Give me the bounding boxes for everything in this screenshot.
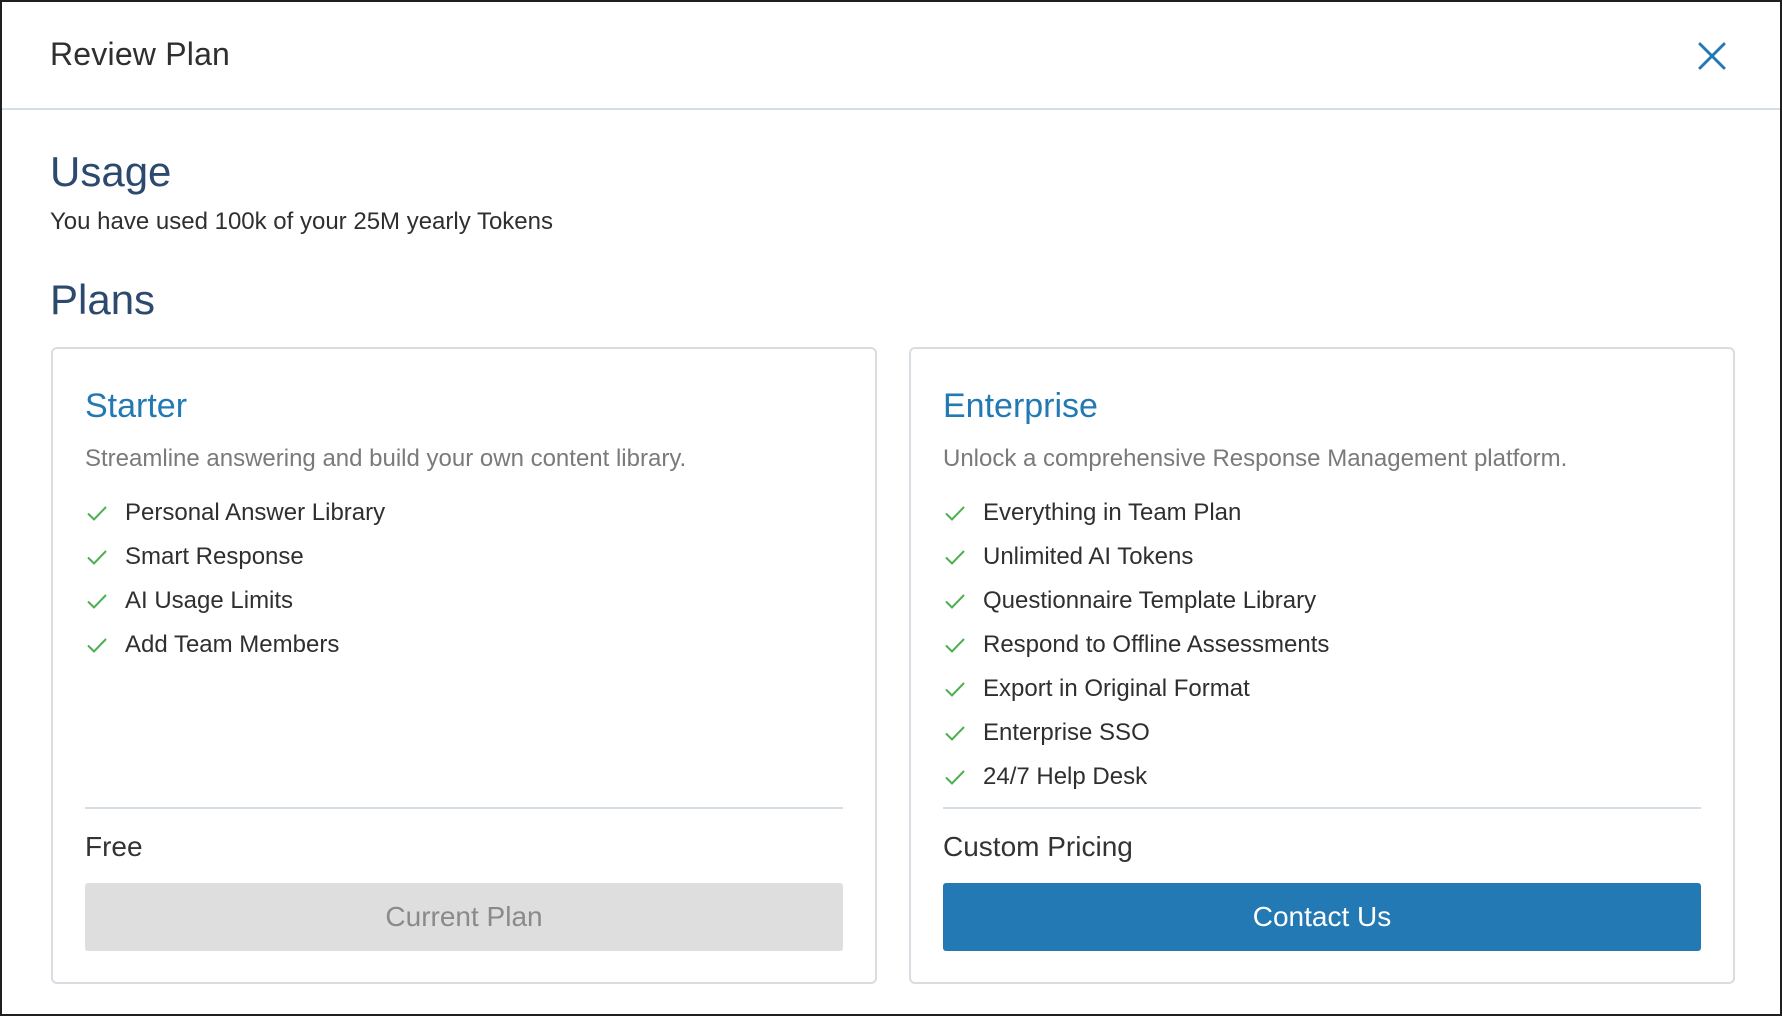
plan-card-starter: Starter Streamline answering and build y… [51,347,877,984]
feature-item: Everything in Team Plan [943,491,1329,535]
feature-label: Questionnaire Template Library [983,587,1317,614]
plans-heading: Plans [50,276,156,323]
feature-item: Respond to Offline Assessments [943,623,1329,667]
check-icon [87,550,107,565]
feature-item: Export in Original Format [943,667,1329,711]
check-icon [945,770,965,785]
feature-label: Personal Answer Library [125,499,386,526]
check-icon [945,550,965,565]
feature-label: AI Usage Limits [125,587,294,614]
check-icon [87,506,107,521]
feature-list: Everything in Team Plan Unlimited AI Tok… [943,491,1329,799]
feature-label: Add Team Members [125,631,340,658]
feature-item: Personal Answer Library [85,491,385,535]
feature-label: 24/7 Help Desk [983,763,1148,790]
plan-name: Enterprise [943,387,1098,425]
contact-us-button[interactable]: Contact Us [943,883,1701,951]
feature-item: AI Usage Limits [85,579,385,623]
plan-price: Free [85,831,143,862]
feature-item: 24/7 Help Desk [943,755,1329,799]
check-icon [945,594,965,609]
plan-card-enterprise: Enterprise Unlock a comprehensive Respon… [909,347,1735,984]
feature-item: Add Team Members [85,623,385,667]
check-icon [945,726,965,741]
check-icon [945,506,965,521]
feature-item: Questionnaire Template Library [943,579,1329,623]
close-button[interactable] [1692,36,1732,76]
card-divider [943,807,1701,809]
feature-label: Enterprise SSO [983,719,1150,746]
review-plan-modal: Review Plan Usage You have used 100k of … [0,0,1782,1016]
feature-item: Smart Response [85,535,385,579]
plan-name: Starter [85,387,188,425]
usage-text: You have used 100k of your 25M yearly To… [50,208,553,235]
check-icon [87,638,107,653]
feature-label: Everything in Team Plan [983,499,1242,526]
close-icon [1698,42,1726,70]
check-icon [945,638,965,653]
plan-description: Unlock a comprehensive Response Manageme… [943,445,1568,472]
check-icon [945,682,965,697]
check-icon [87,594,107,609]
plan-price: Custom Pricing [943,831,1133,862]
feature-label: Unlimited AI Tokens [983,543,1194,570]
feature-label: Smart Response [125,543,304,570]
feature-label: Respond to Offline Assessments [983,631,1330,658]
modal-header: Review Plan [2,2,1780,110]
feature-label: Export in Original Format [983,675,1250,702]
card-divider [85,807,843,809]
modal-title: Review Plan [50,36,231,72]
feature-item: Enterprise SSO [943,711,1329,755]
current-plan-button[interactable]: Current Plan [85,883,843,951]
plan-description: Streamline answering and build your own … [85,445,687,472]
usage-heading: Usage [50,148,172,195]
feature-list: Personal Answer Library Smart Response A… [85,491,385,667]
feature-item: Unlimited AI Tokens [943,535,1329,579]
